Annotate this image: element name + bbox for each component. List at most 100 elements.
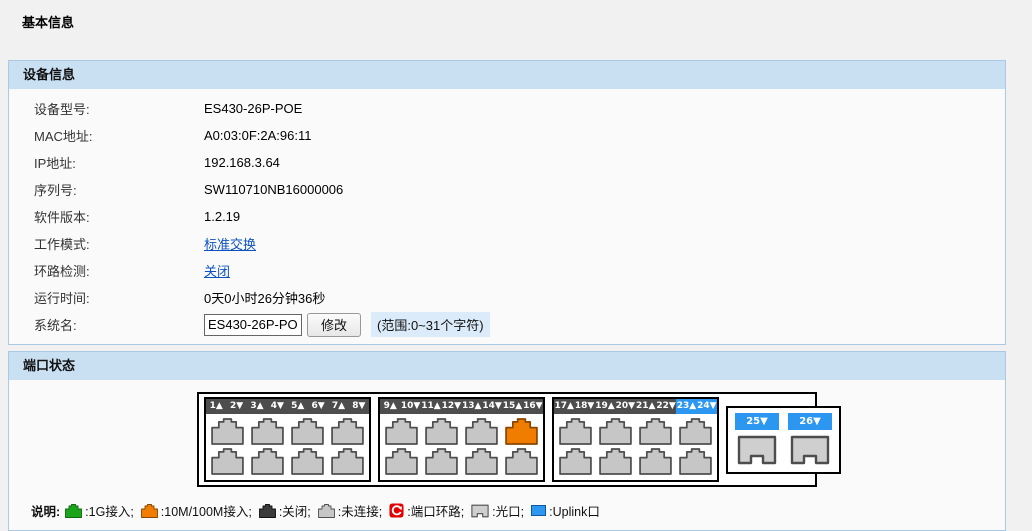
port-label-16: 16▼: [523, 399, 543, 414]
port-label-15: 15▲: [502, 399, 522, 414]
device-info-header: 设备信息: [9, 61, 1005, 89]
port-status-header: 端口状态: [9, 352, 1005, 380]
port-group-header: 1▲2▼3▲4▼5▲6▼7▲8▼: [206, 399, 369, 414]
fast-icon: [141, 504, 158, 518]
device-info-body: 设备型号: ES430-26P-POE MAC地址: A0:03:0F:2A:9…: [9, 89, 1005, 344]
closed-icon: [259, 504, 276, 518]
port-group-2: 9▲10▼11▲12▼13▲14▼15▲16▼: [378, 397, 545, 482]
legend-item-idle: :未连接;: [318, 501, 382, 520]
device-row-uptime: 运行时间: 0天0小时26分钟36秒: [9, 284, 1005, 311]
field-value: SW110710NB16000006: [204, 182, 343, 197]
port-21: [639, 418, 672, 445]
legend-item-loop: :端口环路;: [389, 501, 464, 520]
port-label-3: 3▲: [247, 399, 267, 414]
fiber-port-box: 25▼ 26▼: [726, 406, 841, 474]
idle-icon: [318, 504, 335, 518]
device-row-loopdetect: 环路检测: 关闭: [9, 257, 1005, 284]
port-label-2: 2▼: [226, 399, 246, 414]
legend-item-fast: :10M/100M接入;: [141, 501, 252, 520]
field-label: 工作模式:: [9, 234, 204, 253]
port-26: 26▼: [788, 413, 832, 465]
port-group-header: 17▲18▼19▲20▼21▲22▼23▲24▼: [554, 399, 717, 414]
port-label-6: 6▼: [308, 399, 328, 414]
system-name-input[interactable]: [204, 314, 302, 336]
port-label-22: 22▼: [656, 399, 676, 414]
field-value: ES430-26P-POE: [204, 101, 302, 116]
modify-button[interactable]: 修改: [307, 313, 361, 337]
fiber-port-icon: [790, 435, 830, 465]
legend-item-label: :端口环路;: [407, 501, 464, 520]
port-24: [679, 448, 712, 475]
port-9: [385, 418, 418, 445]
port-13: [465, 418, 498, 445]
port-19: [599, 418, 632, 445]
port-4: [251, 448, 284, 475]
port-label-21: 21▲: [636, 399, 656, 414]
port-6: [291, 448, 324, 475]
port-7: [331, 418, 364, 445]
port-label-1: 1▲: [206, 399, 226, 414]
port-8: [331, 448, 364, 475]
legend-caption: 说明:: [31, 501, 60, 520]
field-value: 1.2.19: [204, 209, 240, 224]
port-status-body: 1▲2▼3▲4▼5▲6▼7▲8▼9▲10▼11▲12▼13▲14▼15▲16▼1…: [9, 380, 1005, 530]
port-label-24: 24▼: [697, 399, 717, 414]
port-label-25: 25▼: [735, 413, 779, 430]
port-23: [679, 418, 712, 445]
port-status-panel: 端口状态 1▲2▼3▲4▼5▲6▼7▲8▼ 9▲10▼11▲12▼13▲14▼15…: [8, 351, 1006, 531]
field-label: 软件版本:: [9, 207, 204, 226]
system-name-row: 系统名: 修改 (范围:0~31个字符): [9, 311, 1005, 338]
loop-detect-link[interactable]: 关闭: [204, 261, 230, 280]
device-row-mac: MAC地址: A0:03:0F:2A:96:11: [9, 122, 1005, 149]
device-row-ip: IP地址: 192.168.3.64: [9, 149, 1005, 176]
port-label-19: 19▲: [595, 399, 615, 414]
legend-item-uplink: :Uplink口: [531, 501, 600, 520]
field-label: 运行时间:: [9, 288, 204, 307]
port-17: [559, 418, 592, 445]
port-2: [211, 448, 244, 475]
device-row-workmode: 工作模式: 标准交换: [9, 230, 1005, 257]
legend-item-1g: :1G接入;: [65, 501, 134, 520]
legend-item-label: :关闭;: [279, 501, 311, 520]
port-10: [385, 448, 418, 475]
port-grid: [380, 414, 543, 480]
field-label: 序列号:: [9, 180, 204, 199]
fiber-icon: [471, 504, 489, 518]
port-label-23: 23▲: [676, 399, 696, 414]
port-label-18: 18▼: [574, 399, 594, 414]
port-group-header: 9▲10▼11▲12▼13▲14▼15▲16▼: [380, 399, 543, 414]
device-row-model: 设备型号: ES430-26P-POE: [9, 95, 1005, 122]
field-label: 系统名:: [9, 315, 204, 334]
port-board: 1▲2▼3▲4▼5▲6▼7▲8▼9▲10▼11▲12▼13▲14▼15▲16▼1…: [197, 392, 817, 487]
work-mode-link[interactable]: 标准交换: [204, 234, 256, 253]
range-hint: (范围:0~31个字符): [371, 312, 490, 337]
port-group-3: 17▲18▼19▲20▼21▲22▼23▲24▼: [552, 397, 719, 482]
port-label-20: 20▼: [615, 399, 635, 414]
port-16: [505, 448, 538, 475]
port-11: [425, 418, 458, 445]
legend-item-closed: :关闭;: [259, 501, 311, 520]
port-label-14: 14▼: [482, 399, 502, 414]
field-label: IP地址:: [9, 153, 204, 172]
port-18: [559, 448, 592, 475]
port-grid: [554, 414, 717, 480]
loop-icon: [389, 503, 404, 518]
legend-item-label: :10M/100M接入;: [161, 501, 252, 520]
port-label-12: 12▼: [441, 399, 461, 414]
port-label-4: 4▼: [267, 399, 287, 414]
port-1: [211, 418, 244, 445]
port-grid: [206, 414, 369, 480]
port-14: [465, 448, 498, 475]
device-row-serial: 序列号: SW110710NB16000006: [9, 176, 1005, 203]
port-label-7: 7▲: [328, 399, 348, 414]
port-25: 25▼: [735, 413, 779, 465]
field-value: 192.168.3.64: [204, 155, 280, 170]
port-15: [505, 418, 538, 445]
port-22: [639, 448, 672, 475]
port-label-11: 11▲: [421, 399, 441, 414]
page-title: 基本信息: [0, 0, 1032, 60]
uplink-icon: [531, 505, 546, 516]
field-value: 0天0小时26分钟36秒: [204, 288, 325, 307]
legend-item-label: :1G接入;: [85, 501, 134, 520]
1g-icon: [65, 504, 82, 518]
